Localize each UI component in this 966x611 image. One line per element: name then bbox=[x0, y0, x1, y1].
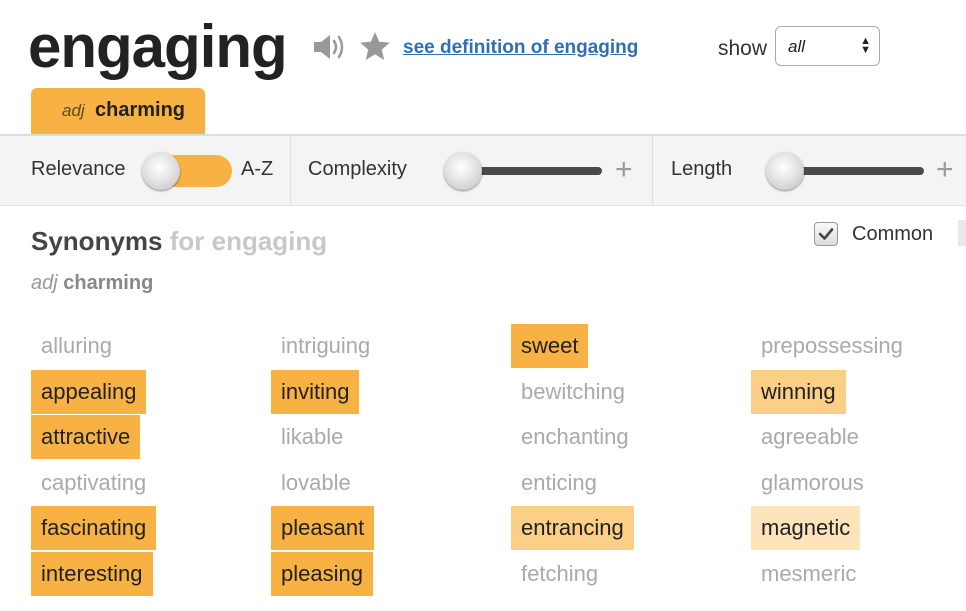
show-select[interactable]: all ▲ ▼ bbox=[775, 26, 880, 66]
synonym-link[interactable]: glamorous bbox=[751, 461, 874, 505]
synonym-link[interactable]: enchanting bbox=[511, 415, 639, 459]
checkmark-icon bbox=[818, 228, 834, 240]
headword: engaging bbox=[28, 13, 288, 80]
relevance-label: Relevance bbox=[31, 158, 126, 180]
synonym-link[interactable]: fetching bbox=[511, 552, 608, 596]
synonym-link[interactable]: lovable bbox=[271, 461, 361, 505]
synonym-link[interactable]: entrancing bbox=[511, 506, 634, 550]
length-slider-track[interactable] bbox=[783, 167, 924, 175]
sense-subheading-definition: charming bbox=[63, 272, 154, 294]
length-plus-icon: + bbox=[936, 153, 954, 186]
synonym-link[interactable]: pleasant bbox=[271, 506, 375, 550]
synonym-link[interactable]: alluring bbox=[31, 324, 122, 368]
synonym-link[interactable]: prepossessing bbox=[751, 324, 913, 368]
synonym-link[interactable]: pleasing bbox=[271, 552, 373, 596]
synonym-link[interactable]: fascinating bbox=[31, 506, 157, 550]
select-arrows-icon: ▲ ▼ bbox=[860, 35, 871, 56]
synonym-link[interactable]: intriguing bbox=[271, 324, 380, 368]
common-checkbox[interactable] bbox=[814, 222, 838, 246]
synonyms-title: Synonyms bbox=[31, 226, 163, 256]
synonym-link[interactable]: interesting bbox=[31, 552, 153, 596]
complexity-slider-handle[interactable] bbox=[444, 152, 482, 190]
relevance-az-toggle[interactable] bbox=[142, 152, 232, 190]
sense-tab-definition: charming bbox=[95, 99, 186, 121]
synonym-link[interactable]: agreeable bbox=[751, 415, 869, 459]
complexity-label: Complexity bbox=[308, 158, 407, 180]
synonyms-heading: Synonyms for engaging bbox=[31, 226, 327, 257]
synonyms-title-for: for engaging bbox=[169, 226, 328, 256]
length-label: Length bbox=[671, 158, 733, 180]
synonym-link[interactable]: inviting bbox=[271, 370, 360, 414]
see-definition-link[interactable]: see definition of engaging bbox=[403, 37, 638, 59]
filter-divider bbox=[290, 134, 291, 206]
star-icon[interactable] bbox=[359, 30, 391, 62]
show-select-value: all bbox=[788, 37, 806, 56]
synonym-link[interactable]: captivating bbox=[31, 461, 156, 505]
synonym-link[interactable]: mesmeric bbox=[751, 552, 866, 596]
synonym-link[interactable]: attractive bbox=[31, 415, 141, 459]
clipped-control bbox=[958, 220, 966, 246]
complexity-plus-icon: + bbox=[615, 153, 633, 186]
synonym-link[interactable]: enticing bbox=[511, 461, 607, 505]
toggle-knob[interactable] bbox=[142, 152, 180, 190]
speaker-icon[interactable] bbox=[311, 32, 347, 62]
az-label: A-Z bbox=[241, 158, 274, 180]
sense-subheading: adj charming bbox=[31, 272, 153, 295]
common-label: Common bbox=[852, 223, 934, 245]
sense-tab-charming[interactable]: adj charming bbox=[31, 88, 205, 134]
length-slider-handle[interactable] bbox=[766, 152, 804, 190]
synonym-link[interactable]: sweet bbox=[511, 324, 589, 368]
synonym-link[interactable]: winning bbox=[751, 370, 846, 414]
synonym-link[interactable]: magnetic bbox=[751, 506, 861, 550]
show-label: show bbox=[718, 37, 768, 60]
synonym-link[interactable]: likable bbox=[271, 415, 353, 459]
synonym-link[interactable]: bewitching bbox=[511, 370, 635, 414]
sense-tab-pos: adj bbox=[62, 101, 85, 120]
filter-divider bbox=[652, 134, 653, 206]
sense-subheading-pos: adj bbox=[31, 272, 58, 294]
synonym-link[interactable]: appealing bbox=[31, 370, 147, 414]
